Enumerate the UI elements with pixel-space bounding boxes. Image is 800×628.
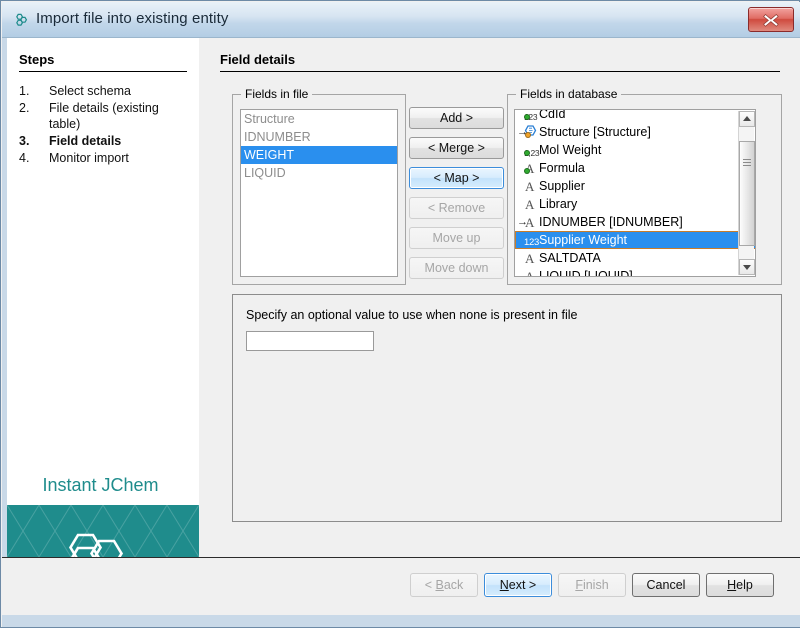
text-field-icon: A [524, 177, 539, 195]
step-label: Field details [49, 134, 121, 148]
list-item-label: LIQUID [LIQUID] [539, 269, 633, 277]
list-item-label: Mol Weight [539, 143, 601, 157]
list-item[interactable]: IDNUMBER [241, 128, 397, 146]
list-item-label: IDNUMBER [IDNUMBER] [539, 215, 683, 229]
default-value-panel: Specify an optional value to use when no… [232, 294, 782, 522]
list-item[interactable]: → Structure [Structure] [515, 123, 739, 141]
number-field-icon: 123 [524, 231, 539, 249]
green-status-dot [524, 114, 530, 120]
list-item-label: Supplier Weight [539, 233, 627, 247]
default-value-label: Specify an optional value to use when no… [246, 308, 577, 322]
step-item-1: 1. Select schema [19, 83, 187, 99]
text-field-icon: A [524, 213, 539, 231]
title-bar: Import file into existing entity [2, 2, 800, 38]
step-label: File details (existing table) [49, 101, 159, 131]
step-item-3: 3. Field details [19, 133, 187, 149]
orange-status-dot [525, 132, 531, 138]
product-name: Instant JChem [2, 475, 199, 496]
fields-in-database-legend: Fields in database [516, 87, 621, 101]
scroll-up-icon[interactable] [739, 111, 755, 127]
step-number: 4. [19, 150, 29, 166]
finish-button: Finish [558, 573, 626, 597]
list-item[interactable]: 1,23 Mol Weight [515, 141, 739, 159]
cancel-button[interactable]: Cancel [632, 573, 700, 597]
step-item-2: 2. File details (existing table) [19, 100, 187, 132]
scrollbar-thumb[interactable] [739, 141, 755, 246]
merge-button[interactable]: < Merge > [409, 137, 504, 159]
list-item[interactable]: → A LIQUID [LIQUID] [515, 267, 739, 277]
step-number: 1. [19, 83, 29, 99]
import-wizard-window: Import file into existing entity Steps 1… [0, 0, 800, 628]
steps-divider [19, 71, 187, 72]
remove-button: < Remove [409, 197, 504, 219]
list-item[interactable]: Structure [241, 110, 397, 128]
page-title: Field details [220, 52, 295, 67]
list-item[interactable]: A Library [515, 195, 739, 213]
list-item-label: Structure [Structure] [539, 125, 651, 139]
step-item-4: 4. Monitor import [19, 150, 187, 166]
text-field-icon: A [524, 249, 539, 267]
fields-in-database-list[interactable]: 123 CdId → Structure [Structure] 1,23 [514, 109, 756, 277]
list-item-label: CdId [539, 109, 565, 121]
list-item-label: Library [539, 197, 577, 211]
bottom-accent-strip [2, 615, 800, 627]
list-item-label: Supplier [539, 179, 585, 193]
steps-list: 1. Select schema 2. File details (existi… [19, 83, 187, 167]
add-button[interactable]: Add > [409, 107, 504, 129]
green-status-dot [524, 150, 530, 156]
list-item[interactable]: WEIGHT [241, 146, 397, 164]
list-item[interactable]: A Formula [515, 159, 739, 177]
move-up-button: Move up [409, 227, 504, 249]
next-button[interactable]: Next > [484, 573, 552, 597]
step-label: Select schema [49, 84, 131, 98]
scroll-down-icon[interactable] [739, 259, 755, 275]
back-button: < Back [410, 573, 478, 597]
list-item[interactable]: → A IDNUMBER [IDNUMBER] [515, 213, 739, 231]
green-status-dot [524, 168, 530, 174]
database-list-scrollbar[interactable] [738, 111, 754, 275]
page-title-divider [220, 71, 780, 72]
wizard-button-bar: < Back Next > Finish Cancel Help [2, 557, 800, 627]
move-down-button: Move down [409, 257, 504, 279]
step-number: 2. [19, 100, 29, 116]
list-item[interactable]: 123 Supplier Weight [515, 231, 756, 249]
jchem-hexagon-icon [12, 11, 30, 29]
list-item[interactable]: 123 CdId [515, 109, 739, 123]
list-item[interactable]: LIQUID [241, 164, 397, 182]
steps-panel: Steps 1. Select schema 2. File details (… [2, 38, 199, 557]
fields-in-file-legend: Fields in file [241, 87, 312, 101]
steps-heading: Steps [19, 52, 54, 67]
list-item-label: Formula [539, 161, 585, 175]
map-button[interactable]: < Map > [409, 167, 504, 189]
step-number: 3. [19, 133, 29, 149]
fields-in-file-list[interactable]: Structure IDNUMBER WEIGHT LIQUID [240, 109, 398, 277]
close-button[interactable] [748, 7, 794, 32]
text-field-icon: A [524, 267, 539, 277]
window-title: Import file into existing entity [36, 10, 228, 27]
list-item[interactable]: A Supplier [515, 177, 739, 195]
help-button[interactable]: Help [706, 573, 774, 597]
default-value-input[interactable] [246, 331, 374, 351]
list-item-label: SALTDATA [539, 251, 601, 265]
list-item[interactable]: A SALTDATA [515, 249, 739, 267]
scrollbar-grip [743, 159, 751, 166]
text-field-icon: A [524, 195, 539, 213]
step-label: Monitor import [49, 151, 129, 165]
